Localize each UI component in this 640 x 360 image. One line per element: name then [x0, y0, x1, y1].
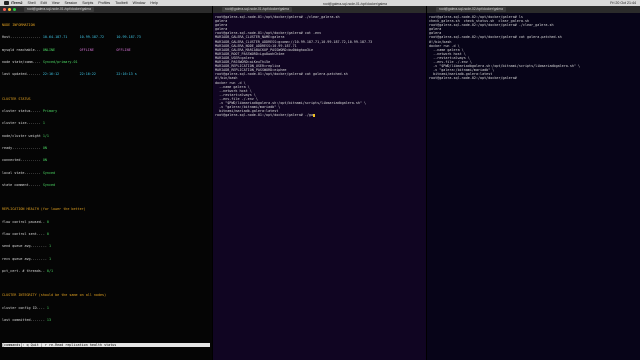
cluster-row: ready.............. ON: [2, 146, 210, 150]
section-node-information: NODE INFORMATION: [2, 23, 35, 28]
node2-value: 10.99.187.72: [79, 35, 105, 40]
cluster-row-value: 1: [42, 121, 45, 126]
cluster-row-label: node/cluster weight: [2, 133, 41, 138]
cluster-row-label: state comment......: [2, 182, 41, 187]
node1-value: ONLINE: [42, 47, 56, 52]
node1-value: 22:16:12: [42, 72, 60, 77]
node3-value: 10.99.187.73: [116, 35, 141, 40]
repl-row-label: send queue avg........: [2, 244, 47, 249]
seq-row: last committed....... 13: [2, 318, 210, 322]
cluster-row: connected.......... ON: [2, 158, 210, 162]
node-row-label: node state/comm....: [2, 60, 41, 65]
cluster-row-value: 1/1: [42, 133, 49, 138]
tab-left-session[interactable]: root@galera-sql-node-01:/opt/docker/gale…: [24, 7, 95, 12]
cluster-row: local state........ Synced: [2, 171, 210, 175]
left-terminal-pane[interactable]: NODE INFORMATION Host............... 10.…: [0, 13, 212, 360]
cluster-row-value: Synced: [42, 170, 56, 175]
right-terminal-output: root@galera-sql-node-02:/opt/docker/gale…: [427, 13, 640, 83]
repl-row: flow control sent.... 0: [2, 232, 210, 236]
seq-row-value: 13: [46, 317, 52, 322]
cluster-row-label: cluster size.......: [2, 121, 41, 126]
seq-row-value: 1: [46, 305, 49, 310]
terminal-line: root@galera-sql-node-01:/opt/docker/gale…: [215, 113, 315, 118]
tab-right-session[interactable]: root@galera-sql-node-02:/opt/docker/gale…: [436, 7, 507, 12]
galera-monitor: NODE INFORMATION Host............... 10.…: [0, 13, 212, 357]
node3-value: 22:16:13 s: [116, 72, 137, 77]
menu-scripts[interactable]: Scripts: [82, 1, 93, 5]
seq-row-label: last committed.......: [2, 317, 45, 322]
monitor-command-bar: [commands]: q Quit | r re-Read replicati…: [2, 342, 210, 347]
cluster-row-label: connected..........: [2, 158, 41, 163]
cluster-row-label: cluster status.....: [2, 109, 41, 114]
middle-terminal-pane[interactable]: root@galera-sql-node-01:/opt/docker/gale…: [213, 13, 426, 360]
repl-row-value: 0: [46, 219, 49, 224]
repl-row-label: flow control paused..: [2, 219, 45, 224]
middle-terminal-output: root@galera-sql-node-01:/opt/docker/gale…: [213, 13, 426, 119]
terminal-line: root@galera-sql-node-02:/opt/docker/gale…: [429, 76, 519, 81]
menu-profiles[interactable]: Profiles: [98, 1, 110, 5]
node2-value: 22:16:22: [79, 72, 96, 77]
cluster-row: state comment...... Synced: [2, 183, 210, 187]
node-row-updated: last updated....... 22:16:12 22:16:22 22…: [2, 72, 210, 76]
node-row-state: node state/comm.... Synced/primary-01: [2, 60, 210, 64]
right-terminal-pane[interactable]: root@galera-sql-node-02:/opt/docker/gale…: [427, 13, 640, 360]
cluster-row-label: ready..............: [2, 146, 41, 150]
menu-help[interactable]: Help: [150, 1, 157, 5]
tab-middle-session[interactable]: root@galera-sql-node-01:/opt/docker/gale…: [222, 7, 293, 12]
seq-row: cluster config ID.... 1: [2, 306, 210, 310]
repl-row-value: 1: [48, 256, 52, 261]
right-pane-tabbar: root@galera-sql-node-02:/opt/docker/gale…: [427, 6, 640, 13]
cluster-row-value: ON: [42, 146, 47, 150]
middle-pane-tabbar: root@galera-sql-node-01:/opt/docker/gale…: [213, 6, 426, 13]
repl-row: flow control paused.. 0: [2, 220, 210, 224]
section-replication-health: REPLICATION HEALTH (for lower the better…: [2, 207, 86, 212]
menu-window[interactable]: Window: [133, 1, 146, 5]
menu-toolbelt[interactable]: Toolbelt: [115, 1, 127, 5]
node-row-label: Host...............: [2, 35, 41, 40]
cluster-row-label: local state........: [2, 170, 41, 175]
cluster-row-value: Synced: [42, 182, 56, 187]
left-pane-tabbar: root@galera-sql-node-01:/opt/docker/gale…: [0, 6, 212, 13]
node1-value: 10.64.187.71: [42, 35, 68, 40]
section-cluster-status: CLUSTER STATUS: [2, 96, 31, 101]
node2-value: OFFLINE: [79, 47, 94, 52]
menu-view[interactable]: View: [52, 1, 60, 5]
menu-shell[interactable]: Shell: [28, 1, 36, 5]
repl-row: pct_cert. # threads.. 0/1: [2, 269, 210, 273]
node-row-host: Host............... 10.64.187.71 10.99.1…: [2, 35, 210, 39]
menubar-clock[interactable]: Fri 20 Oct 21:44: [610, 1, 636, 5]
apple-logo-icon[interactable]: [4, 1, 9, 5]
node-row-label: last updated.......: [2, 72, 41, 77]
terminal-cursor: [312, 113, 315, 117]
cluster-row-value: Primary: [42, 109, 58, 114]
cluster-row: node/cluster weight 1/1: [2, 134, 210, 138]
repl-row-value: 0: [46, 231, 49, 236]
repl-row: send queue avg........ 1: [2, 244, 210, 248]
node-row-label: mysqld reachable...: [2, 47, 41, 52]
node1-value: Synced/primary-01: [42, 60, 78, 65]
minimize-window-icon[interactable]: [8, 8, 11, 11]
node3-value: OFFLINE: [116, 47, 131, 52]
repl-row: recv queue avg........ 1: [2, 257, 210, 261]
section-cluster-integrity: CLUSTER INTEGRITY (should be the same on…: [2, 293, 107, 298]
node-row-reachable: mysqld reachable... ONLINE OFFLINE OFFLI…: [2, 48, 210, 52]
repl-row-label: pct_cert. # threads..: [2, 268, 45, 273]
menu-app-name[interactable]: iTerm2: [11, 1, 23, 5]
repl-row-label: flow control sent....: [2, 231, 45, 236]
zoom-window-icon[interactable]: [13, 8, 16, 11]
repl-row-value: 0/1: [46, 268, 54, 273]
repl-row-label: recv queue avg........: [2, 256, 47, 261]
seq-row-label: cluster config ID....: [2, 305, 45, 310]
cluster-row-value: ON: [42, 158, 47, 163]
cluster-row: cluster status..... Primary: [2, 109, 210, 113]
repl-row-value: 1: [48, 244, 52, 249]
cluster-row: cluster size....... 1: [2, 121, 210, 125]
menu-edit[interactable]: Edit: [41, 1, 47, 5]
menu-session[interactable]: Session: [64, 1, 77, 5]
close-window-icon[interactable]: [3, 8, 6, 11]
